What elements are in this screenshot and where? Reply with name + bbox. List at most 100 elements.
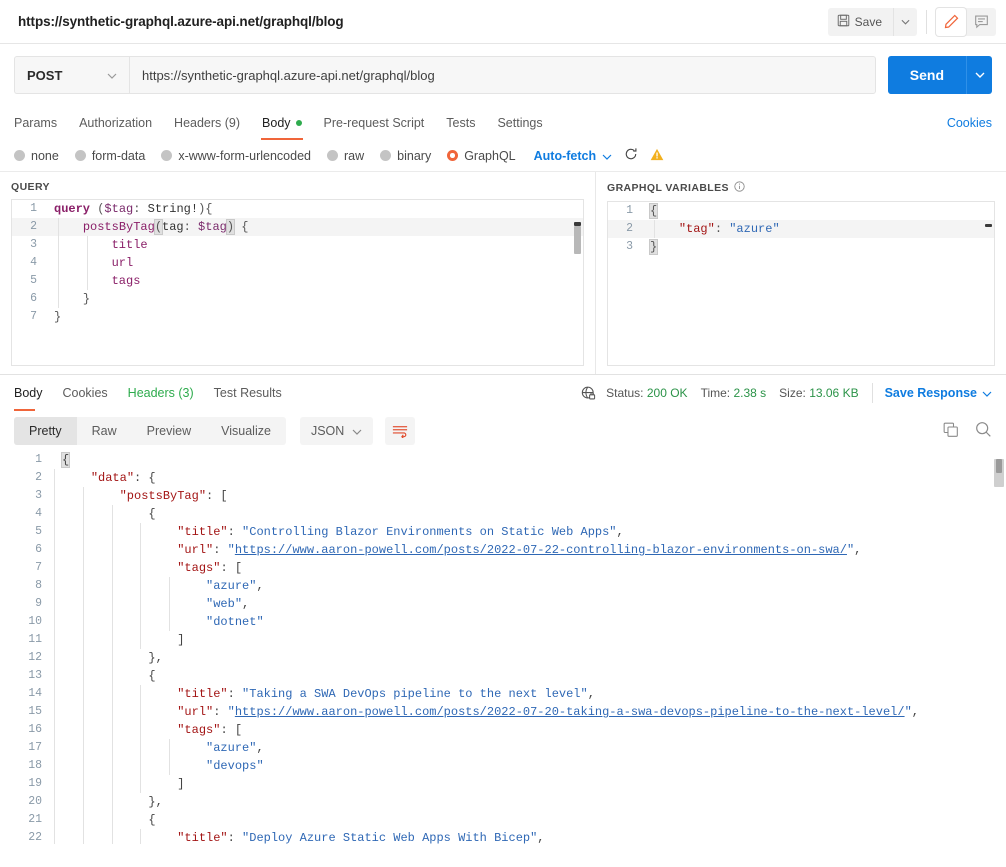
body-type-graphql[interactable]: GraphQL	[447, 149, 516, 163]
body-type-binary[interactable]: binary	[380, 149, 431, 163]
send-button[interactable]: Send	[887, 56, 966, 94]
body-type-none[interactable]: none	[14, 149, 59, 163]
indent-guide	[140, 523, 142, 541]
view-raw[interactable]: Raw	[77, 417, 132, 445]
line-number: 2	[30, 220, 37, 233]
response-line: 18 "devops"	[0, 757, 1006, 775]
copy-icon[interactable]	[943, 422, 959, 441]
response-tab-headers[interactable]: Headers (3)	[118, 375, 204, 411]
line-number: 1	[626, 204, 633, 217]
body-type-form-data[interactable]: form-data	[74, 149, 145, 163]
send-options-caret[interactable]	[966, 56, 992, 94]
response-scrollbar[interactable]	[993, 451, 1006, 844]
chevron-down-icon	[352, 424, 362, 438]
tab-body[interactable]: Body	[251, 106, 313, 140]
body-type-urlencoded[interactable]: x-www-form-urlencoded	[161, 149, 311, 163]
code-line: 4 url	[12, 254, 583, 272]
tab-headers[interactable]: Headers (9)	[163, 106, 251, 140]
response-line: 21 {	[0, 811, 1006, 829]
tab-pre-request-script[interactable]: Pre-request Script	[313, 106, 436, 140]
view-preview[interactable]: Preview	[132, 417, 206, 445]
line-number: 21	[28, 813, 42, 826]
variables-editor[interactable]: 1 { 2 "tag": "azure" 3 }	[607, 201, 995, 366]
indent-guide	[82, 505, 84, 523]
response-line: 16 "tags": [	[0, 721, 1006, 739]
indent-guide	[169, 577, 171, 595]
indent-guide	[169, 595, 171, 613]
info-icon[interactable]	[734, 181, 745, 195]
indent-guide	[54, 775, 55, 793]
code-line: 5 tags	[12, 272, 583, 290]
view-pretty[interactable]: Pretty	[14, 417, 77, 445]
response-body-viewer[interactable]: 1{2 "data": {3 "postsByTag": [4 {5 "titl…	[0, 451, 1006, 844]
token: ,	[587, 687, 595, 701]
comment-icon[interactable]	[966, 8, 996, 36]
body-type-raw[interactable]: raw	[327, 149, 364, 163]
pencil-icon[interactable]	[936, 7, 966, 36]
line-content: "web",	[52, 595, 249, 613]
indent-guide	[140, 721, 142, 739]
save-response-button[interactable]: Save Response	[885, 386, 992, 400]
response-url-link[interactable]: https://www.aaron-powell.com/posts/2022-…	[235, 543, 847, 557]
refresh-icon[interactable]	[624, 147, 638, 164]
response-format-selector[interactable]: JSON	[299, 417, 374, 445]
scrollbar-thumb[interactable]	[574, 226, 581, 254]
line-content: }	[54, 310, 62, 324]
response-tab-test-results[interactable]: Test Results	[204, 375, 292, 411]
body-modified-dot	[295, 120, 302, 126]
search-icon[interactable]	[975, 421, 992, 441]
body-type-label: x-www-form-urlencoded	[178, 148, 311, 163]
url-input[interactable]	[129, 56, 876, 94]
response-tab-cookies[interactable]: Cookies	[53, 375, 118, 411]
body-type-label: raw	[344, 148, 365, 163]
line-content: "postsByTag": [	[52, 487, 228, 505]
response-line: 14 "title": "Taking a SWA DevOps pipelin…	[0, 685, 1006, 703]
response-line: 8 "azure",	[0, 577, 1006, 595]
indent-guide	[82, 721, 84, 739]
variables-editor-scrollbar[interactable]	[983, 202, 994, 365]
line-content: ]	[52, 775, 184, 793]
save-button-group: Save	[827, 7, 917, 36]
top-bar: https://synthetic-graphql.azure-api.net/…	[0, 0, 1006, 44]
tab-label: Settings	[497, 116, 543, 130]
warning-icon[interactable]	[650, 148, 664, 164]
line-number: 4	[35, 507, 42, 520]
radio-icon	[74, 150, 86, 161]
method-selector[interactable]: POST	[14, 56, 129, 94]
token: "url"	[177, 543, 214, 557]
indent-guide	[82, 685, 84, 703]
indent-guide	[111, 793, 113, 811]
auto-fetch-selector[interactable]: Auto-fetch	[534, 149, 613, 163]
shield-lock-icon[interactable]	[581, 386, 596, 401]
indent-guide	[54, 721, 55, 739]
response-line: 12 },	[0, 649, 1006, 667]
response-tab-body[interactable]: Body	[14, 375, 53, 411]
tab-settings[interactable]: Settings	[486, 106, 553, 140]
response-url-link[interactable]: https://www.aaron-powell.com/posts/2022-…	[235, 705, 905, 719]
wrap-lines-icon[interactable]	[385, 417, 416, 445]
save-button[interactable]: Save	[827, 7, 893, 36]
code-line: 7 }	[12, 308, 583, 326]
line-content: title	[46, 236, 148, 254]
line-content: {	[52, 451, 71, 469]
query-editor-scrollbar[interactable]	[572, 200, 583, 365]
variables-panel-label: GRAPHQL VARIABLES	[596, 172, 1006, 201]
line-content: "tag": "azure"	[642, 220, 780, 238]
token: "	[227, 705, 235, 719]
query-editor[interactable]: 1 query ($tag: String!){ 2 postsByTag(ta…	[11, 199, 584, 366]
indent-guide	[140, 775, 142, 793]
cookies-link[interactable]: Cookies	[947, 116, 992, 130]
indent-guide	[82, 541, 84, 559]
tab-tests[interactable]: Tests	[435, 106, 486, 140]
line-number: 3	[626, 240, 633, 253]
tab-authorization[interactable]: Authorization	[68, 106, 163, 140]
query-panel: QUERY 1 query ($tag: String!){ 2 postsBy…	[0, 172, 596, 374]
tab-params[interactable]: Params	[14, 106, 68, 140]
line-number: 16	[28, 723, 42, 736]
save-options-caret[interactable]	[893, 7, 917, 36]
response-tool-actions	[943, 421, 992, 441]
token: "dotnet"	[206, 615, 264, 629]
indent-guide	[111, 595, 113, 613]
view-visualize[interactable]: Visualize	[206, 417, 286, 445]
